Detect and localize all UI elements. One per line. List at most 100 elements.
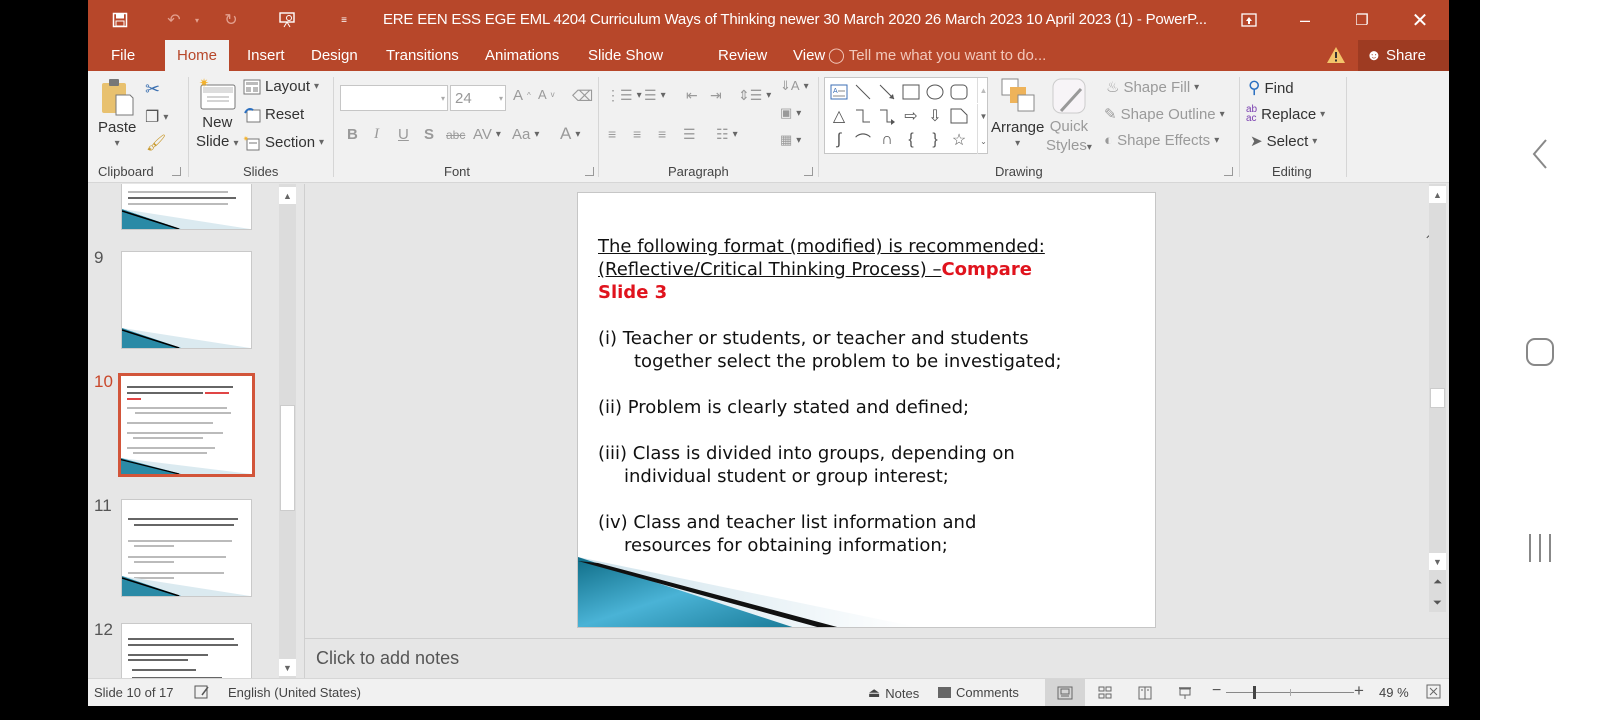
notes-placeholder[interactable]: Click to add notes bbox=[316, 648, 459, 669]
snip-rectangle-shape-icon[interactable] bbox=[947, 104, 971, 128]
section-button[interactable]: ✷ Section ▾ bbox=[243, 134, 324, 151]
tab-review[interactable]: Review bbox=[706, 40, 779, 71]
shape-outline-button[interactable]: ✎ Shape Outline ▾ bbox=[1104, 105, 1225, 124]
restore-icon[interactable]: ❐ bbox=[1342, 6, 1382, 34]
text-shadow-button[interactable]: S bbox=[424, 126, 434, 143]
thumbnail-scrollbar[interactable]: ▲ ▼ bbox=[279, 184, 296, 678]
language-indicator[interactable]: English (United States) bbox=[228, 685, 361, 700]
layout-button[interactable]: Layout ▾ bbox=[243, 78, 319, 95]
slide-scrollbar[interactable]: ▲ ▼ bbox=[1429, 184, 1446, 612]
normal-view-button[interactable] bbox=[1045, 679, 1085, 706]
scroll-down-icon[interactable]: ▼ bbox=[1429, 553, 1446, 570]
slide-thumbnail-11[interactable] bbox=[121, 499, 252, 597]
italic-button[interactable]: I bbox=[374, 126, 379, 143]
left-brace-shape-icon[interactable]: { bbox=[899, 128, 923, 152]
close-icon[interactable]: ✕ bbox=[1400, 6, 1440, 34]
paragraph-launcher-icon[interactable] bbox=[804, 167, 813, 176]
copy-icon[interactable]: ❐ ▾ bbox=[145, 107, 168, 127]
zoom-out-button[interactable]: − bbox=[1212, 682, 1221, 700]
convert-to-smartart-button[interactable]: ▦ ▾ bbox=[780, 132, 801, 148]
new-slide-button[interactable]: ✷ New Slide ▾ bbox=[196, 77, 239, 153]
find-button[interactable]: ⚲ Find bbox=[1248, 78, 1294, 98]
slide-show-view-button[interactable] bbox=[1165, 679, 1205, 706]
cut-icon[interactable]: ✂ bbox=[145, 79, 160, 100]
tab-file[interactable]: File bbox=[99, 40, 147, 71]
numbering-button[interactable]: ☰ ▾ bbox=[644, 87, 666, 104]
text-box-shape-icon[interactable]: A bbox=[827, 80, 851, 104]
slide-counter[interactable]: Slide 10 of 17 bbox=[94, 685, 174, 700]
scroll-up-icon[interactable]: ▲ bbox=[1429, 186, 1446, 203]
slide-thumbnail-9[interactable] bbox=[121, 251, 252, 349]
slide-sorter-view-button[interactable] bbox=[1085, 679, 1125, 706]
previous-slide-icon[interactable]: ⏶ bbox=[1429, 574, 1446, 590]
tab-insert[interactable]: Insert bbox=[235, 40, 297, 71]
font-color-button[interactable]: A ▾ bbox=[560, 124, 580, 144]
next-slide-icon[interactable]: ⏷ bbox=[1429, 595, 1446, 611]
line-shape-icon[interactable] bbox=[851, 80, 875, 104]
elbow-arrow-shape-icon[interactable] bbox=[875, 104, 899, 128]
slide-scrollbar-thumb[interactable] bbox=[1430, 388, 1445, 408]
arrow-line-shape-icon[interactable] bbox=[875, 80, 899, 104]
slide-thumbnail-12[interactable] bbox=[121, 623, 252, 678]
select-button[interactable]: ➤ Select ▾ bbox=[1250, 132, 1317, 151]
shape-effects-button[interactable]: ◐ Shape Effects ▾ bbox=[1104, 132, 1219, 149]
zoom-level[interactable]: 49 % bbox=[1379, 685, 1409, 700]
format-painter-icon[interactable]: 🖌 bbox=[146, 133, 166, 153]
notes-divider[interactable] bbox=[305, 638, 1449, 639]
shape-fill-button[interactable]: ♨ Shape Fill ▾ bbox=[1106, 78, 1199, 97]
down-arrow-shape-icon[interactable]: ⇩ bbox=[923, 104, 947, 128]
tab-slide-show[interactable]: Slide Show bbox=[576, 40, 675, 71]
undo-icon[interactable]: ↶ bbox=[162, 8, 186, 32]
justify-button[interactable]: ☰ bbox=[683, 126, 696, 143]
text-direction-button[interactable]: ⇓A ▾ bbox=[780, 78, 809, 94]
align-right-button[interactable]: ≡ bbox=[658, 126, 666, 142]
fit-slide-to-window-icon[interactable] bbox=[1426, 684, 1441, 699]
decrease-font-size-button[interactable]: Av bbox=[538, 87, 555, 102]
line-spacing-button[interactable]: ⇕☰ ▾ bbox=[738, 87, 771, 104]
tab-animations[interactable]: Animations bbox=[473, 40, 571, 71]
zoom-in-button[interactable]: + bbox=[1354, 681, 1364, 701]
character-spacing-button[interactable]: AV ▾ bbox=[473, 126, 501, 143]
clear-formatting-icon[interactable]: ⌫ bbox=[572, 87, 593, 105]
triangle-shape-icon[interactable]: △ bbox=[827, 104, 851, 128]
align-left-button[interactable]: ≡ bbox=[608, 126, 616, 142]
scroll-up-icon[interactable]: ▲ bbox=[279, 187, 296, 204]
quick-styles-button[interactable]: Quick Styles▾ bbox=[1046, 77, 1092, 157]
font-size-combobox[interactable]: 24 ▾ bbox=[450, 85, 506, 111]
tab-design[interactable]: Design bbox=[299, 40, 370, 71]
rectangle-shape-icon[interactable] bbox=[899, 80, 923, 104]
right-brace-shape-icon[interactable]: } bbox=[923, 128, 947, 152]
ribbon-display-options-icon[interactable] bbox=[1229, 6, 1269, 34]
rounded-rectangle-shape-icon[interactable] bbox=[947, 80, 971, 104]
replace-button[interactable]: ab ac Replace ▾ bbox=[1246, 105, 1325, 124]
zoom-slider-thumb[interactable] bbox=[1252, 686, 1256, 699]
warning-icon[interactable] bbox=[1326, 45, 1346, 65]
thumbnail-scrollbar-thumb[interactable] bbox=[280, 405, 295, 511]
gallery-more-icon[interactable]: ⌄ bbox=[977, 129, 989, 154]
reset-button[interactable]: Reset bbox=[243, 106, 304, 123]
tab-transitions[interactable]: Transitions bbox=[374, 40, 471, 71]
save-icon[interactable] bbox=[108, 8, 132, 32]
reading-view-button[interactable] bbox=[1125, 679, 1165, 706]
spelling-check-icon[interactable] bbox=[194, 685, 210, 699]
increase-indent-button[interactable]: ⇥ bbox=[710, 87, 722, 104]
pane-divider[interactable] bbox=[304, 184, 305, 678]
slide-canvas[interactable]: The following format (modified) is recom… bbox=[577, 192, 1156, 628]
strikethrough-button[interactable]: abc bbox=[446, 128, 465, 142]
change-case-button[interactable]: Aa ▾ bbox=[512, 126, 539, 143]
minimize-icon[interactable]: – bbox=[1285, 6, 1325, 34]
align-text-button[interactable]: ▣ ▾ bbox=[780, 105, 801, 121]
customize-quick-access-icon[interactable]: ≡ bbox=[332, 8, 356, 32]
font-launcher-icon[interactable] bbox=[585, 167, 594, 176]
wave-shape-icon[interactable]: ∩ bbox=[875, 128, 899, 152]
bullets-button[interactable]: ⋮☰ ▾ bbox=[606, 87, 642, 104]
tab-home[interactable]: Home bbox=[165, 40, 230, 71]
right-arrow-shape-icon[interactable]: ⇨ bbox=[899, 104, 923, 128]
bold-button[interactable]: B bbox=[347, 126, 358, 143]
redo-icon[interactable]: ↻ bbox=[219, 8, 243, 32]
gallery-scroll-down-icon[interactable]: ▼ bbox=[977, 104, 989, 129]
home-icon[interactable] bbox=[1480, 330, 1600, 374]
decrease-indent-button[interactable]: ⇤ bbox=[686, 87, 698, 104]
increase-font-size-button[interactable]: A ^ bbox=[513, 87, 531, 104]
arc-shape-icon[interactable]: ⌒ bbox=[851, 128, 875, 152]
